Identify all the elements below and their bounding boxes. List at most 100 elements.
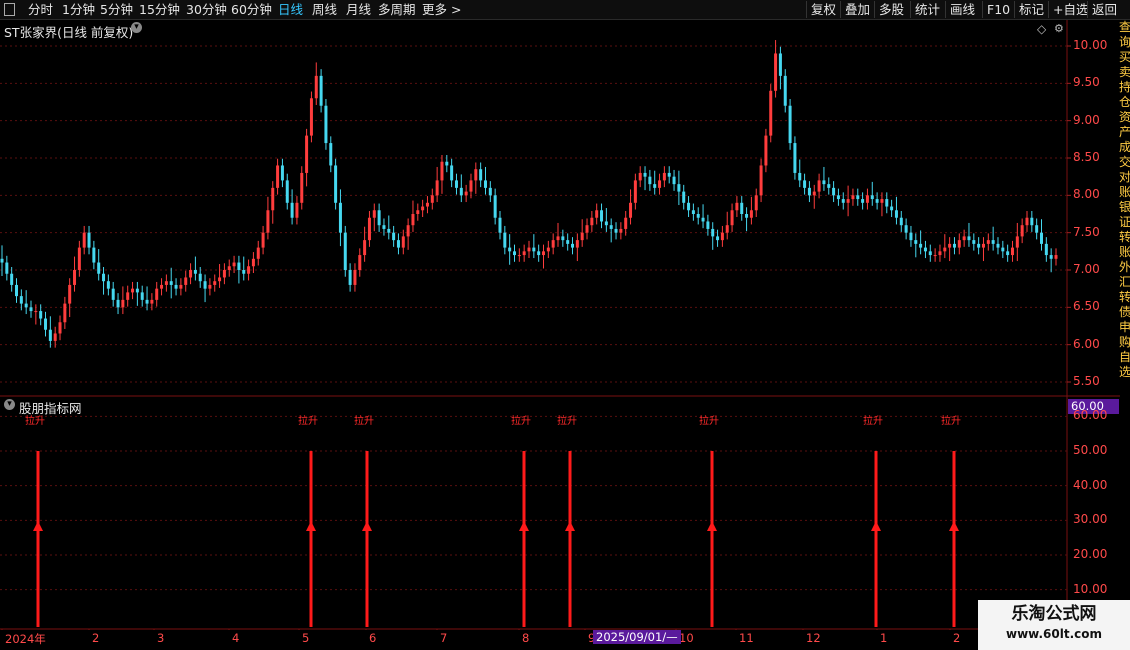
candle-body — [812, 191, 816, 196]
trade-side-panel[interactable]: 查询买卖持仓资产成交对账银证转账外汇转债申购自选 — [1119, 20, 1130, 630]
xaxis-label: 4 — [232, 631, 240, 645]
candle-body — [551, 240, 555, 248]
candle-body — [894, 210, 898, 218]
candle-body — [121, 299, 125, 308]
xaxis-label: 10 — [679, 631, 694, 645]
candle-body — [914, 240, 918, 244]
candle-body — [986, 240, 990, 244]
candle-body — [256, 247, 260, 259]
candle-body — [1035, 225, 1039, 233]
candle-body — [749, 210, 753, 218]
candle-body — [575, 240, 579, 248]
toolbar-button-8[interactable]: 返回 — [1087, 1, 1121, 18]
signal-label: 拉升 — [298, 416, 318, 427]
toolbar-button-1[interactable]: 叠加 — [840, 1, 874, 18]
candle-body — [836, 195, 840, 200]
candle-body — [890, 206, 894, 211]
candle-body — [817, 180, 821, 192]
candle-body — [140, 292, 144, 300]
signal-arrow — [565, 521, 575, 531]
candle-body — [218, 277, 222, 282]
candle-body — [957, 240, 961, 248]
period-tab-2[interactable]: 5分钟 — [100, 1, 133, 18]
candle-body — [68, 284, 72, 304]
candle-body — [677, 184, 681, 192]
period-tab-4[interactable]: 30分钟 — [186, 1, 227, 18]
toolbar-button-5[interactable]: F10 — [982, 1, 1014, 18]
signal-label: 拉升 — [557, 416, 577, 427]
candle-body — [972, 240, 976, 244]
xaxis-label: 12 — [806, 631, 821, 645]
candle-body — [904, 225, 908, 233]
candle-body — [865, 195, 869, 203]
candle-body — [648, 176, 652, 185]
panel-toggle-icon[interactable] — [4, 3, 15, 16]
candle-body — [92, 247, 96, 263]
diamond-icon[interactable]: ◇ — [1037, 22, 1046, 36]
toolbar-button-4[interactable]: 画线 — [945, 1, 979, 18]
period-tab-9[interactable]: 多周期 — [378, 1, 416, 18]
period-tab-8[interactable]: 月线 — [346, 1, 371, 18]
candle-body — [382, 225, 386, 229]
candle-body — [82, 232, 86, 248]
candle-body — [546, 247, 550, 252]
signal-arrow — [33, 521, 43, 531]
price-tick-label: 9.50 — [1073, 75, 1100, 90]
candle-body — [522, 251, 526, 256]
candle-body — [430, 195, 434, 203]
candle-body — [126, 292, 130, 300]
candle-body — [1015, 236, 1019, 248]
candle-body — [34, 311, 38, 313]
watermark: 乐淘公式网 www.60lt.com — [978, 600, 1130, 650]
candle-body — [392, 232, 396, 241]
xaxis-label: 2 — [953, 631, 961, 645]
chevron-down-icon[interactable]: ▾ — [131, 22, 142, 33]
price-tick-label: 8.00 — [1073, 187, 1100, 202]
candle-body — [861, 199, 865, 203]
candle-body — [1044, 243, 1048, 256]
candle-body — [324, 105, 328, 144]
candle-body — [977, 243, 981, 248]
candle-body — [638, 172, 642, 181]
candle-body — [1025, 217, 1029, 226]
candle-body — [691, 210, 695, 214]
candle-body — [488, 187, 492, 196]
candle-body — [164, 281, 168, 285]
chart-title: ST张家界(日线 前复权) — [4, 25, 134, 40]
toolbar-button-7[interactable]: +自选 — [1048, 1, 1092, 18]
candle-body — [280, 165, 284, 181]
period-tab-1[interactable]: 1分钟 — [62, 1, 95, 18]
candle-body — [498, 217, 502, 233]
candle-body — [614, 228, 618, 233]
toolbar-button-6[interactable]: 标记 — [1014, 1, 1048, 18]
candle-body — [135, 288, 139, 293]
toolbar-button-0[interactable]: 复权 — [806, 1, 840, 18]
xaxis-label: 1 — [880, 631, 888, 645]
candle-body — [923, 247, 927, 252]
candle-body — [285, 180, 289, 203]
period-tab-6[interactable]: 日线 — [278, 1, 303, 18]
indicator-menu-icon[interactable]: ▾ — [4, 399, 15, 410]
candle-body — [203, 281, 207, 289]
settings-icon[interactable]: ⚙ — [1054, 22, 1064, 35]
period-tab-10[interactable]: 更多 > — [422, 1, 461, 18]
candle-body — [338, 202, 342, 233]
candle-body — [735, 202, 739, 211]
period-tab-5[interactable]: 60分钟 — [231, 1, 272, 18]
toolbar-button-3[interactable]: 统计 — [910, 1, 944, 18]
candle-body — [63, 303, 67, 323]
period-tab-3[interactable]: 15分钟 — [139, 1, 180, 18]
period-tab-0[interactable]: 分时 — [28, 1, 53, 18]
candle-body — [271, 187, 275, 211]
candle-body — [517, 255, 521, 257]
indicator-tick-label: 10.00 — [1073, 581, 1108, 596]
period-tab-7[interactable]: 周线 — [312, 1, 337, 18]
candle-body — [242, 270, 246, 274]
toolbar-button-2[interactable]: 多股 — [874, 1, 908, 18]
signal-arrow — [949, 521, 959, 531]
candle-body — [948, 243, 952, 248]
candle-body — [469, 180, 473, 192]
kline-chart[interactable] — [0, 20, 1130, 630]
candle-body — [764, 135, 768, 166]
indicator-tick-label: 30.00 — [1073, 512, 1108, 527]
